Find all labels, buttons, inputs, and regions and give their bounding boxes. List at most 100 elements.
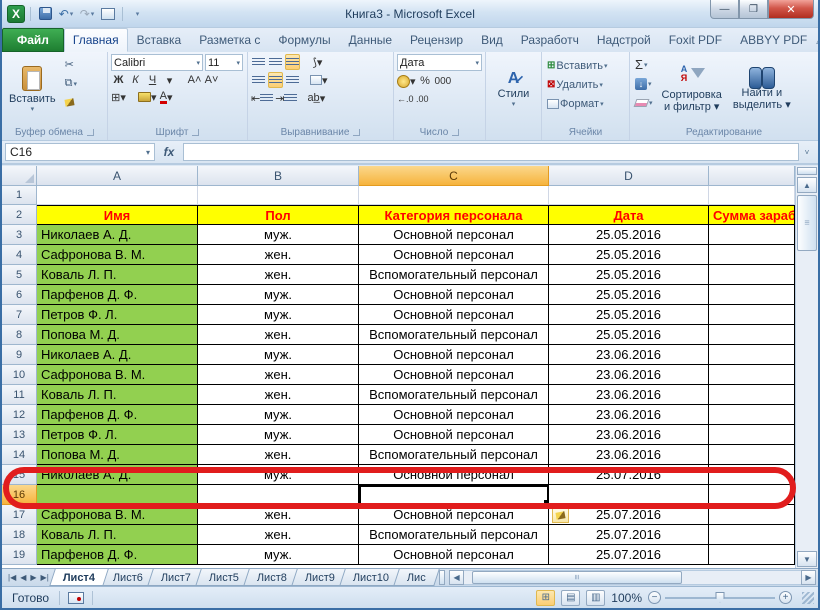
scroll-down-icon[interactable]: ▼ [797, 551, 817, 567]
ribbon-tab-Главная[interactable]: Главная [64, 28, 128, 52]
cell-B17[interactable]: жен. [198, 505, 359, 525]
row-header-13[interactable]: 13 [2, 425, 37, 445]
wrap-text-button[interactable]: ab̲▾ [307, 90, 325, 106]
cell-A5[interactable]: Коваль Л. П. [37, 265, 198, 285]
cell-A8[interactable]: Попова М. Д. [37, 325, 198, 345]
redo-button[interactable]: ↷▾ [78, 5, 96, 23]
prev-sheet-icon[interactable]: ◀ [20, 573, 26, 582]
fill-color-button[interactable]: ▾ [138, 89, 157, 105]
sheet-tab-Лис[interactable]: Лис [393, 569, 439, 586]
cell-C6[interactable]: Основной персонал [359, 285, 549, 305]
cell-C9[interactable]: Основной персонал [359, 345, 549, 365]
decrease-indent-button[interactable]: ⇤ [251, 90, 273, 106]
decimal-buttons[interactable]: ←.0 .00 [397, 91, 429, 107]
row-header-1[interactable]: 1 [2, 186, 37, 205]
italic-button[interactable]: К [128, 72, 143, 88]
cell-D15[interactable]: 25.07.2016 [549, 465, 709, 485]
row-header-14[interactable]: 14 [2, 445, 37, 465]
underline-button[interactable]: Ч [145, 72, 160, 88]
cell-C11[interactable]: Вспомогательный персонал [359, 385, 549, 405]
select-all-corner[interactable] [2, 166, 37, 186]
excel-logo-icon[interactable]: X [7, 5, 25, 23]
delete-cells-button[interactable]: ⊠Удалить▾ [545, 76, 626, 93]
grow-font-button[interactable]: А˄ [187, 72, 202, 88]
cell-A1[interactable] [37, 186, 198, 205]
tab-splitter[interactable] [439, 570, 445, 585]
insert-options-button[interactable] [552, 508, 569, 523]
cell-C7[interactable]: Основной персонал [359, 305, 549, 325]
cell-A15[interactable]: Николаев А. Д. [37, 465, 198, 485]
dialog-launcher-icon[interactable] [87, 129, 94, 136]
scroll-right-icon[interactable]: ▶ [801, 570, 816, 585]
row-header-3[interactable]: 3 [2, 225, 37, 245]
cell-E7[interactable] [709, 305, 795, 325]
cell-A12[interactable]: Парфенов Д. Ф. [37, 405, 198, 425]
ribbon-tab-Файл[interactable]: Файл [2, 28, 64, 52]
cell-B12[interactable]: муж. [198, 405, 359, 425]
cell-B18[interactable]: жен. [198, 525, 359, 545]
cell-D12[interactable]: 23.06.2016 [549, 405, 709, 425]
cell-C14[interactable]: Вспомогательный персонал [359, 445, 549, 465]
close-button[interactable]: ✕ [768, 0, 814, 19]
cell-D17[interactable]: 25.07.2016 [549, 505, 709, 525]
cell-B8[interactable]: жен. [198, 325, 359, 345]
zoom-slider[interactable]: − + [648, 591, 792, 604]
ribbon-tab-Вставка[interactable]: Вставка [128, 28, 191, 52]
zoom-level[interactable]: 100% [611, 591, 642, 605]
column-header-D[interactable]: D [549, 166, 709, 186]
last-sheet-icon[interactable]: ▶| [41, 573, 49, 582]
cell-A10[interactable]: Сафронова В. М. [37, 365, 198, 385]
customize-qat-button[interactable]: ▾ [128, 5, 146, 23]
row-header-12[interactable]: 12 [2, 405, 37, 425]
cell-A9[interactable]: Николаев А. Д. [37, 345, 198, 365]
bold-button[interactable]: Ж [111, 72, 126, 88]
ribbon-tab-ABBYY PDF[interactable]: ABBYY PDF [731, 28, 816, 52]
cell-B1[interactable] [198, 186, 359, 205]
vertical-scrollbar[interactable]: ▲ ▼ [795, 166, 818, 568]
row-header-9[interactable]: 9 [2, 345, 37, 365]
cell-A4[interactable]: Сафронова В. М. [37, 245, 198, 265]
merge-center-button[interactable]: ▾ [310, 72, 328, 88]
insert-cells-button[interactable]: ⊞Вставить▾ [545, 57, 626, 74]
cell-D2[interactable]: Дата [549, 205, 709, 225]
sheet-tab-Лист4[interactable]: Лист4 [49, 569, 109, 586]
collapse-ribbon-icon[interactable]: ▵ [816, 36, 820, 47]
cell-B10[interactable]: жен. [198, 365, 359, 385]
undo-button[interactable]: ↶▾ [57, 5, 75, 23]
find-select-button[interactable]: Найти ивыделить ▾ [729, 54, 795, 124]
align-bottom-button[interactable] [285, 54, 300, 70]
column-header-C[interactable]: C [359, 166, 549, 186]
cell-D10[interactable]: 23.06.2016 [549, 365, 709, 385]
dialog-launcher-icon[interactable] [192, 129, 199, 136]
formula-input[interactable] [183, 143, 799, 161]
ribbon-tab-Рецензир[interactable]: Рецензир [401, 28, 472, 52]
ribbon-tab-Разметка с[interactable]: Разметка с [190, 28, 269, 52]
cell-B9[interactable]: муж. [198, 345, 359, 365]
sheet-nav-buttons[interactable]: |◀ ◀ ▶ ▶| [2, 569, 56, 586]
name-box[interactable]: C16▾ [5, 143, 155, 161]
cell-E11[interactable] [709, 385, 795, 405]
cell-C1[interactable] [359, 186, 549, 205]
cell-D3[interactable]: 25.05.2016 [549, 225, 709, 245]
increase-indent-button[interactable]: ⇥ [275, 90, 297, 106]
fill-button[interactable]: ↓▾ [633, 75, 655, 92]
cell-E10[interactable] [709, 365, 795, 385]
align-middle-button[interactable] [268, 54, 283, 70]
cell-A17[interactable]: Сафронова В. М. [37, 505, 198, 525]
cell-D14[interactable]: 23.06.2016 [549, 445, 709, 465]
cell-E12[interactable] [709, 405, 795, 425]
column-header-B[interactable]: B [198, 166, 359, 186]
cell-D4[interactable]: 25.05.2016 [549, 245, 709, 265]
horizontal-scrollbar[interactable]: ◀ ▶ [449, 570, 816, 585]
split-handle[interactable] [797, 167, 817, 175]
normal-view-button[interactable]: ⊞ [536, 590, 555, 606]
cut-button[interactable]: ✂ [63, 56, 83, 73]
row-header-18[interactable]: 18 [2, 525, 37, 545]
clear-button[interactable]: ▾ [633, 94, 655, 111]
underline-options[interactable]: ▾ [162, 72, 177, 88]
cell-B2[interactable]: Пол [198, 205, 359, 225]
ribbon-tab-Формулы[interactable]: Формулы [269, 28, 339, 52]
cell-E4[interactable] [709, 245, 795, 265]
row-header-7[interactable]: 7 [2, 305, 37, 325]
vertical-scroll-thumb[interactable] [797, 195, 817, 251]
